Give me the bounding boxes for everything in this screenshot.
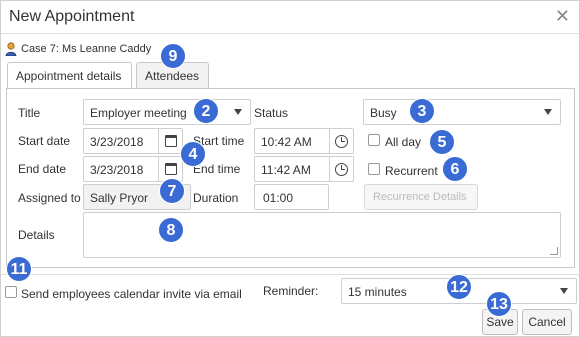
badge-13: 13 — [486, 291, 512, 317]
resize-handle[interactable] — [550, 247, 558, 255]
calendar-icon — [164, 135, 177, 147]
end-time-value: 11:42 AM — [261, 163, 311, 177]
start-date-label: Start date — [18, 134, 71, 148]
cancel-button[interactable]: Cancel — [522, 309, 572, 335]
invite-checkbox[interactable] — [5, 286, 17, 298]
status-value: Busy — [370, 106, 397, 120]
close-icon[interactable]: ✕ — [555, 7, 570, 25]
badge-5: 5 — [429, 129, 455, 155]
title-label: Title — [18, 106, 41, 120]
dialog-title: New Appointment — [9, 8, 135, 25]
case-label: Case 7: Ms Leanne Caddy — [21, 43, 152, 55]
status-label: Status — [254, 106, 289, 120]
title-value: Employer meeting — [90, 106, 187, 120]
chevron-down-icon — [560, 288, 568, 294]
person-icon — [5, 42, 17, 56]
end-date-label: End date — [18, 162, 67, 176]
clock-icon — [335, 162, 348, 176]
badge-8: 8 — [158, 217, 184, 243]
clock-icon — [335, 134, 348, 148]
invite-label: Send employees calendar invite via email — [21, 287, 242, 301]
duration-value: 01:00 — [263, 191, 294, 205]
badge-9: 9 — [160, 43, 186, 69]
duration-input[interactable]: 01:00 — [254, 184, 329, 210]
start-date-picker-button[interactable] — [158, 129, 182, 153]
end-date-value: 3/23/2018 — [90, 163, 144, 177]
start-time-input[interactable]: 10:42 AM — [254, 128, 354, 154]
badge-4: 4 — [180, 141, 206, 167]
assigned-to-value: Sally Pryor — [90, 191, 149, 205]
details-textarea[interactable] — [83, 212, 561, 258]
all-day-label: All day — [385, 135, 422, 149]
tab-appointment-details[interactable]: Appointment details — [7, 62, 132, 89]
assigned-to-label: Assigned to — [18, 191, 81, 205]
recurrent-label: Recurrent — [385, 164, 438, 178]
start-date-input[interactable]: 3/23/2018 — [83, 128, 183, 154]
new-appointment-dialog: New Appointment ✕ Case 7: Ms Leanne Cadd… — [0, 0, 580, 337]
badge-11: 11 — [6, 256, 32, 282]
end-time-input[interactable]: 11:42 AM — [254, 156, 354, 182]
recurrence-details-button[interactable]: Recurrence Details — [364, 184, 478, 210]
badge-2: 2 — [193, 98, 219, 124]
status-select[interactable]: Busy — [363, 99, 561, 125]
badge-7: 7 — [159, 178, 185, 204]
recurrent-checkbox[interactable] — [368, 163, 380, 175]
reminder-label: Reminder: — [263, 284, 319, 298]
duration-label: Duration — [193, 191, 239, 205]
dialog-titlebar: New Appointment ✕ — [1, 1, 579, 34]
start-date-value: 3/23/2018 — [90, 135, 144, 149]
badge-6: 6 — [442, 156, 468, 182]
badge-3: 3 — [409, 98, 435, 124]
case-header: Case 7: Ms Leanne Caddy — [5, 41, 151, 57]
calendar-icon — [164, 163, 177, 175]
chevron-down-icon — [544, 109, 552, 115]
footer-divider — [1, 274, 579, 275]
title-select[interactable]: Employer meeting — [83, 99, 251, 125]
start-time-picker-button[interactable] — [329, 129, 353, 153]
chevron-down-icon — [234, 109, 242, 115]
start-time-value: 10:42 AM — [261, 135, 312, 149]
details-label: Details — [18, 228, 55, 242]
all-day-checkbox[interactable] — [368, 134, 380, 146]
end-time-picker-button[interactable] — [329, 157, 353, 181]
badge-12: 12 — [446, 274, 472, 300]
reminder-value: 15 minutes — [348, 285, 407, 299]
